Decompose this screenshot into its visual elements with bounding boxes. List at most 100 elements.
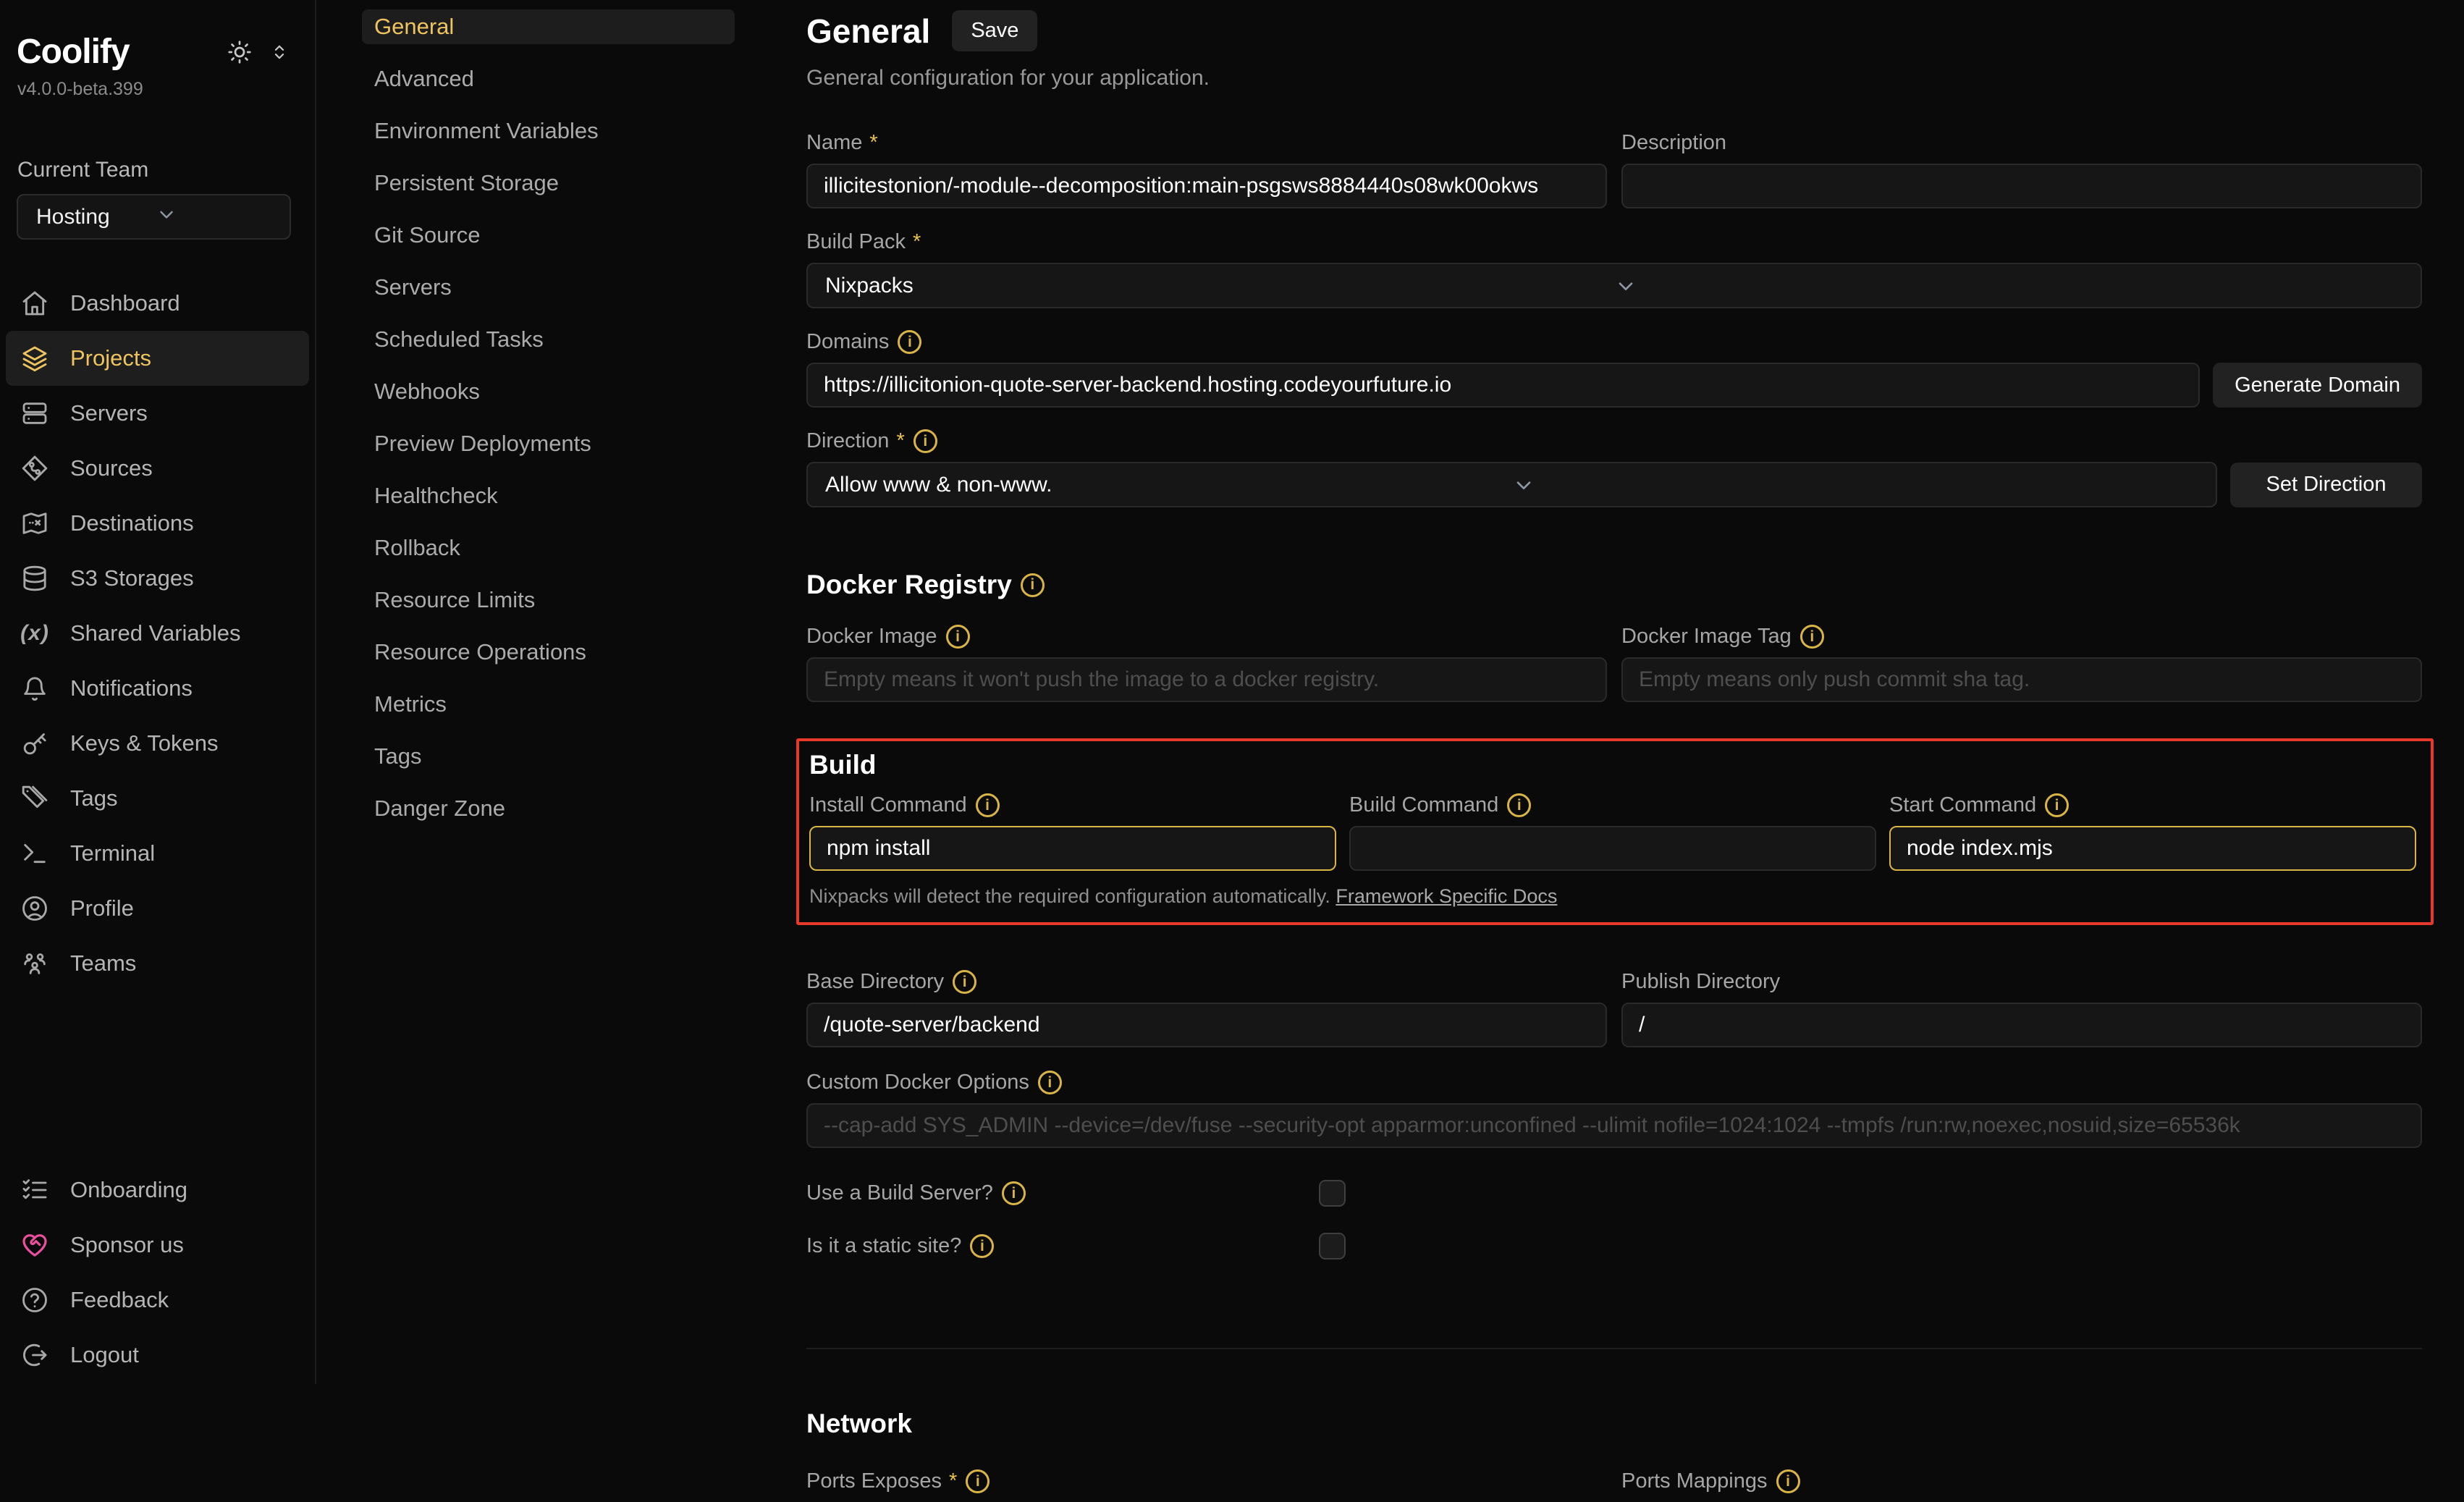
use-build-server-checkbox[interactable]: [1319, 1180, 1346, 1207]
docker-image-input[interactable]: [806, 657, 1607, 702]
sidebar-item-servers[interactable]: Servers: [6, 386, 309, 441]
start-command-input[interactable]: [1889, 826, 2416, 871]
save-button[interactable]: Save: [952, 10, 1037, 51]
build-pack-select[interactable]: Nixpacks: [806, 263, 2422, 308]
tab-label: Rollback: [374, 535, 460, 561]
publish-directory-label: Publish Directory: [1621, 970, 1780, 994]
sidebar-item-label: Projects: [70, 345, 151, 371]
tab-resource-limits[interactable]: Resource Limits: [362, 583, 735, 617]
chevrons-up-down-icon[interactable]: [269, 41, 290, 63]
static-site-checkbox[interactable]: [1319, 1233, 1346, 1260]
tab-label: Healthcheck: [374, 483, 498, 509]
tag-icon: [20, 783, 50, 814]
sidebar-item-logout[interactable]: Logout: [6, 1328, 309, 1383]
base-directory-input[interactable]: [806, 1003, 1607, 1047]
info-icon[interactable]: [1507, 793, 1531, 817]
sidebar-item-keys-tokens[interactable]: Keys & Tokens: [6, 716, 309, 771]
tab-healthcheck[interactable]: Healthcheck: [362, 478, 735, 513]
ports-exposes-label: Ports Exposes: [806, 1469, 957, 1493]
description-input[interactable]: [1621, 164, 2422, 208]
generate-domain-button[interactable]: Generate Domain: [2213, 363, 2422, 408]
tab-preview-deployments[interactable]: Preview Deployments: [362, 426, 735, 461]
git-source-icon: [20, 453, 50, 484]
info-icon[interactable]: [976, 793, 1000, 817]
sidebar-item-notifications[interactable]: Notifications: [6, 661, 309, 716]
sidebar-item-sources[interactable]: Sources: [6, 441, 309, 496]
publish-directory-input[interactable]: [1621, 1003, 2422, 1047]
sidebar-item-terminal[interactable]: Terminal: [6, 826, 309, 881]
build-command-label: Build Command: [1349, 793, 1498, 817]
info-icon[interactable]: [1800, 625, 1824, 649]
sidebar-item-profile[interactable]: Profile: [6, 881, 309, 936]
name-input[interactable]: [806, 164, 1607, 208]
build-command-input[interactable]: [1349, 826, 1876, 871]
help-circle-icon: [20, 1285, 50, 1315]
tab-servers[interactable]: Servers: [362, 270, 735, 305]
info-icon[interactable]: [966, 1469, 990, 1493]
sidebar-spacer: [0, 991, 315, 1163]
tab-label: Scheduled Tasks: [374, 326, 544, 353]
description-label: Description: [1621, 131, 1726, 155]
tab-webhooks[interactable]: Webhooks: [362, 374, 735, 409]
info-icon[interactable]: [898, 330, 921, 354]
tab-rollback[interactable]: Rollback: [362, 531, 735, 565]
start-command-label: Start Command: [1889, 793, 2036, 817]
tab-advanced[interactable]: Advanced: [362, 62, 735, 96]
sidebar-item-feedback[interactable]: Feedback: [6, 1273, 309, 1328]
info-icon[interactable]: [1021, 573, 1045, 597]
settings-subnav: General Advanced Environment Variables P…: [316, 0, 780, 1384]
build-pack-value: Nixpacks: [825, 274, 1614, 298]
base-directory-label: Base Directory: [806, 970, 944, 994]
sidebar-item-shared-variables[interactable]: (x) Shared Variables: [6, 606, 309, 661]
tab-tags[interactable]: Tags: [362, 739, 735, 774]
tab-resource-operations[interactable]: Resource Operations: [362, 635, 735, 670]
tab-git-source[interactable]: Git Source: [362, 218, 735, 253]
domains-input[interactable]: [806, 363, 2200, 408]
sidebar-item-onboarding[interactable]: Onboarding: [6, 1163, 309, 1218]
sidebar-item-destinations[interactable]: Destinations: [6, 496, 309, 551]
sidebar-item-tags[interactable]: Tags: [6, 771, 309, 826]
info-icon[interactable]: [1776, 1469, 1800, 1493]
sidebar-item-label: Destinations: [70, 510, 194, 536]
sidebar-item-label: Teams: [70, 950, 136, 976]
install-command-input[interactable]: [809, 826, 1336, 871]
sidebar-footer: Onboarding Sponsor us Feedback Logout: [0, 1163, 315, 1384]
info-icon[interactable]: [946, 625, 970, 649]
tab-label: Resource Limits: [374, 587, 535, 613]
tab-danger-zone[interactable]: Danger Zone: [362, 791, 735, 826]
sidebar-item-projects[interactable]: Projects: [6, 331, 309, 386]
info-icon[interactable]: [1002, 1181, 1026, 1205]
docker-image-tag-input[interactable]: [1621, 657, 2422, 702]
sidebar-item-label: Keys & Tokens: [70, 730, 218, 756]
docker-registry-heading: Docker Registry: [806, 570, 1012, 600]
tab-general[interactable]: General: [362, 9, 735, 44]
tab-environment-variables[interactable]: Environment Variables: [362, 114, 735, 148]
heart-hands-icon: [20, 1230, 50, 1260]
custom-docker-options-input[interactable]: [806, 1103, 2422, 1148]
sidebar-item-label: Sources: [70, 455, 153, 481]
sidebar-item-sponsor-us[interactable]: Sponsor us: [6, 1218, 309, 1273]
set-direction-button[interactable]: Set Direction: [2230, 463, 2422, 507]
framework-docs-link[interactable]: Framework Specific Docs: [1336, 885, 1557, 907]
theme-toggle-sun-icon[interactable]: [227, 39, 253, 65]
tab-persistent-storage[interactable]: Persistent Storage: [362, 166, 735, 201]
current-team-label: Current Team: [0, 100, 315, 182]
sidebar-item-teams[interactable]: Teams: [6, 936, 309, 991]
tab-metrics[interactable]: Metrics: [362, 687, 735, 722]
sidebar-item-s3-storages[interactable]: S3 Storages: [6, 551, 309, 606]
build-heading: Build: [809, 750, 876, 780]
app-version: v4.0.0-beta.399: [0, 72, 315, 100]
info-icon[interactable]: [1038, 1071, 1062, 1094]
info-icon[interactable]: [970, 1234, 994, 1258]
sidebar-item-label: Feedback: [70, 1287, 169, 1313]
tab-label: Preview Deployments: [374, 431, 591, 457]
direction-select[interactable]: Allow www & non-www.: [806, 462, 2217, 507]
tab-label: Git Source: [374, 222, 480, 248]
team-select[interactable]: Hosting: [17, 194, 291, 240]
info-icon[interactable]: [914, 429, 937, 453]
sidebar-item-dashboard[interactable]: Dashboard: [6, 276, 309, 331]
sidebar-item-label: Logout: [70, 1342, 139, 1368]
info-icon[interactable]: [2045, 793, 2069, 817]
tab-scheduled-tasks[interactable]: Scheduled Tasks: [362, 322, 735, 357]
info-icon[interactable]: [953, 970, 976, 994]
